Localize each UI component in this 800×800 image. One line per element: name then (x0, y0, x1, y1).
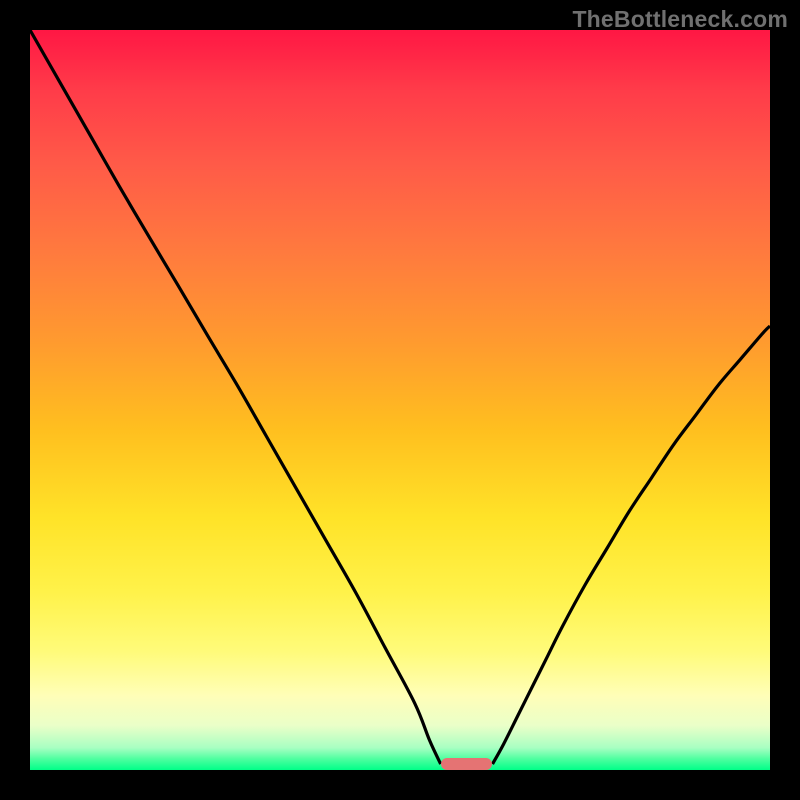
optimal-marker (441, 758, 493, 770)
curve-right-branch (493, 326, 771, 764)
plot-area (30, 30, 770, 770)
chart-frame: TheBottleneck.com (0, 0, 800, 800)
watermark-text: TheBottleneck.com (572, 6, 788, 33)
curve-left-branch (30, 30, 441, 764)
bottleneck-curve (30, 30, 770, 770)
